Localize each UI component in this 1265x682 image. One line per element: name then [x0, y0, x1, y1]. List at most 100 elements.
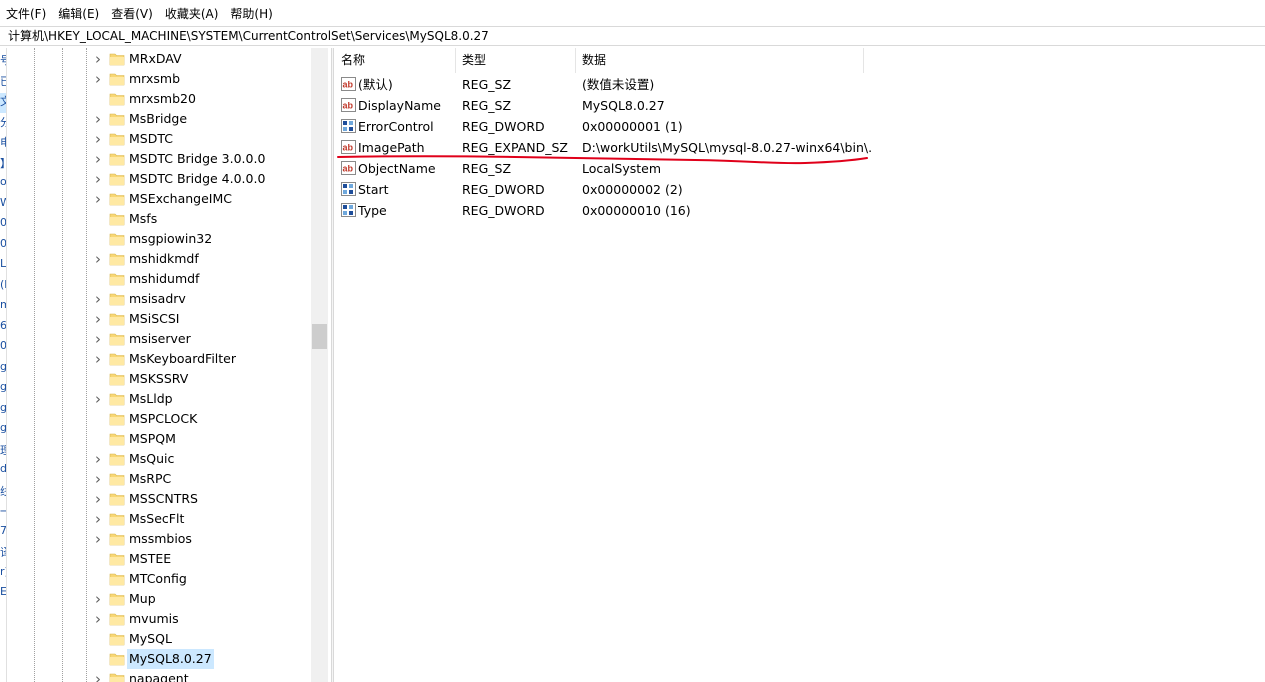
folder-icon: [109, 313, 125, 326]
tree-item[interactable]: MSTEE: [8, 549, 311, 569]
chevron-right-icon[interactable]: ›: [92, 190, 104, 208]
value-type-cell: REG_SZ: [462, 161, 512, 176]
chevron-right-icon[interactable]: ›: [92, 330, 104, 348]
menu-bar: 文件(F) 编辑(E) 查看(V) 收藏夹(A) 帮助(H): [0, 4, 279, 24]
column-header-type[interactable]: 类型: [456, 48, 576, 73]
chevron-right-icon[interactable]: ›: [92, 350, 104, 368]
tree-item[interactable]: › MsQuic: [8, 449, 311, 469]
tree-item-label: mshidumdf: [129, 271, 200, 286]
tree-item[interactable]: › MSDTC Bridge 3.0.0.0: [8, 149, 311, 169]
tree-item[interactable]: › MsLldp: [8, 389, 311, 409]
tree-item[interactable]: › MSSCNTRS: [8, 489, 311, 509]
value-row[interactable]: ab (默认) REG_SZ (数值未设置): [335, 74, 1265, 95]
tree-item[interactable]: MSPQM: [8, 429, 311, 449]
tree-item[interactable]: › MsBridge: [8, 109, 311, 129]
tree-item-label: MySQL8.0.27: [127, 649, 214, 669]
value-type-cell: REG_SZ: [462, 77, 512, 92]
chevron-right-icon[interactable]: ›: [92, 150, 104, 168]
tree-item-label: MsRPC: [129, 471, 172, 486]
tree-item[interactable]: MSPCLOCK: [8, 409, 311, 429]
column-headers: 名称 类型 数据: [335, 48, 1265, 73]
tree-item[interactable]: MSKSSRV: [8, 369, 311, 389]
chevron-right-icon[interactable]: ›: [92, 250, 104, 268]
tree-item[interactable]: › MSiSCSI: [8, 309, 311, 329]
menu-item[interactable]: 查看(V): [105, 4, 159, 24]
binary-value-icon: [341, 203, 356, 217]
value-row[interactable]: Start REG_DWORD 0x00000002 (2): [335, 179, 1265, 200]
chevron-right-icon[interactable]: ›: [92, 530, 104, 548]
tree-item[interactable]: MySQL8.0.27: [8, 649, 311, 669]
menu-item[interactable]: 文件(F): [0, 4, 52, 24]
value-row[interactable]: Type REG_DWORD 0x00000010 (16): [335, 200, 1265, 221]
chevron-right-icon[interactable]: ›: [92, 450, 104, 468]
tree-item[interactable]: › mvumis: [8, 609, 311, 629]
tree-item-label: MRxDAV: [129, 51, 182, 66]
chevron-right-icon[interactable]: ›: [92, 290, 104, 308]
folder-icon: [109, 393, 125, 406]
tree-item[interactable]: › msiserver: [8, 329, 311, 349]
value-row[interactable]: ab DisplayName REG_SZ MySQL8.0.27: [335, 95, 1265, 116]
tree-item-label: msgpiowin32: [129, 231, 213, 246]
tree-item[interactable]: › MsKeyboardFilter: [8, 349, 311, 369]
folder-icon: [109, 153, 125, 166]
menu-item[interactable]: 帮助(H): [224, 4, 278, 24]
tree-item[interactable]: › msisadrv: [8, 289, 311, 309]
menu-item[interactable]: 收藏夹(A): [159, 4, 225, 24]
chevron-right-icon[interactable]: ›: [92, 50, 104, 68]
menu-item[interactable]: 编辑(E): [52, 4, 105, 24]
chevron-right-icon[interactable]: ›: [92, 670, 104, 682]
tree-scrollbar-thumb[interactable]: [312, 324, 327, 349]
chevron-right-icon[interactable]: ›: [92, 70, 104, 88]
tree-item[interactable]: › MSDTC Bridge 4.0.0.0: [8, 169, 311, 189]
chevron-right-icon[interactable]: ›: [92, 490, 104, 508]
value-row[interactable]: ab ImagePath REG_EXPAND_SZ D:\workUtils\MyS…: [335, 137, 1265, 158]
column-header-name[interactable]: 名称: [335, 48, 456, 73]
chevron-right-icon[interactable]: ›: [92, 610, 104, 628]
chevron-right-icon[interactable]: ›: [92, 130, 104, 148]
tree-scrollbar[interactable]: [311, 48, 328, 682]
tree-item[interactable]: › mrxsmb: [8, 69, 311, 89]
folder-icon: [109, 113, 125, 126]
chevron-right-icon[interactable]: ›: [92, 510, 104, 528]
address-bar[interactable]: 计算机\HKEY_LOCAL_MACHINE\SYSTEM\CurrentCon…: [0, 26, 1265, 46]
chevron-right-icon[interactable]: ›: [92, 390, 104, 408]
value-name-cell: (默认): [358, 77, 393, 92]
tree-item[interactable]: › mshidkmdf: [8, 249, 311, 269]
tree-item[interactable]: › MRxDAV: [8, 49, 311, 69]
tree-item[interactable]: MySQL: [8, 629, 311, 649]
chevron-right-icon[interactable]: ›: [92, 110, 104, 128]
value-type-cell: REG_DWORD: [462, 182, 545, 197]
tree-item[interactable]: › Mup: [8, 589, 311, 609]
tree-item-label: MySQL: [129, 631, 172, 646]
tree-item[interactable]: Msfs: [8, 209, 311, 229]
folder-icon: [109, 293, 125, 306]
folder-icon: [109, 513, 125, 526]
folder-icon: [109, 553, 125, 566]
value-row[interactable]: ab ObjectName REG_SZ LocalSystem: [335, 158, 1265, 179]
chevron-right-icon[interactable]: ›: [92, 470, 104, 488]
tree-item[interactable]: › MsRPC: [8, 469, 311, 489]
pane-splitter[interactable]: [331, 48, 334, 682]
string-value-icon: ab: [341, 98, 356, 112]
tree-item[interactable]: msgpiowin32: [8, 229, 311, 249]
tree-item[interactable]: › MSDTC: [8, 129, 311, 149]
chevron-right-icon[interactable]: ›: [92, 590, 104, 608]
tree-item[interactable]: mshidumdf: [8, 269, 311, 289]
tree-item[interactable]: › MsSecFlt: [8, 509, 311, 529]
folder-icon: [109, 173, 125, 186]
tree-item[interactable]: mrxsmb20: [8, 89, 311, 109]
tree-item[interactable]: MTConfig: [8, 569, 311, 589]
chevron-right-icon[interactable]: ›: [92, 170, 104, 188]
tree-item-label: msisadrv: [129, 291, 186, 306]
value-name-cell: DisplayName: [358, 98, 441, 113]
chevron-right-icon[interactable]: ›: [92, 310, 104, 328]
folder-icon: [109, 653, 125, 666]
tree-item[interactable]: › MSExchangeIMC: [8, 189, 311, 209]
tree-item[interactable]: › mssmbios: [8, 529, 311, 549]
tree-item-label: mrxsmb20: [129, 91, 196, 106]
tree-item-label: MSDTC Bridge 3.0.0.0: [129, 151, 266, 166]
value-row[interactable]: ErrorControl REG_DWORD 0x00000001 (1): [335, 116, 1265, 137]
tree-item[interactable]: › napagent: [8, 669, 311, 682]
folder-icon: [109, 193, 125, 206]
column-header-data[interactable]: 数据: [576, 48, 864, 73]
